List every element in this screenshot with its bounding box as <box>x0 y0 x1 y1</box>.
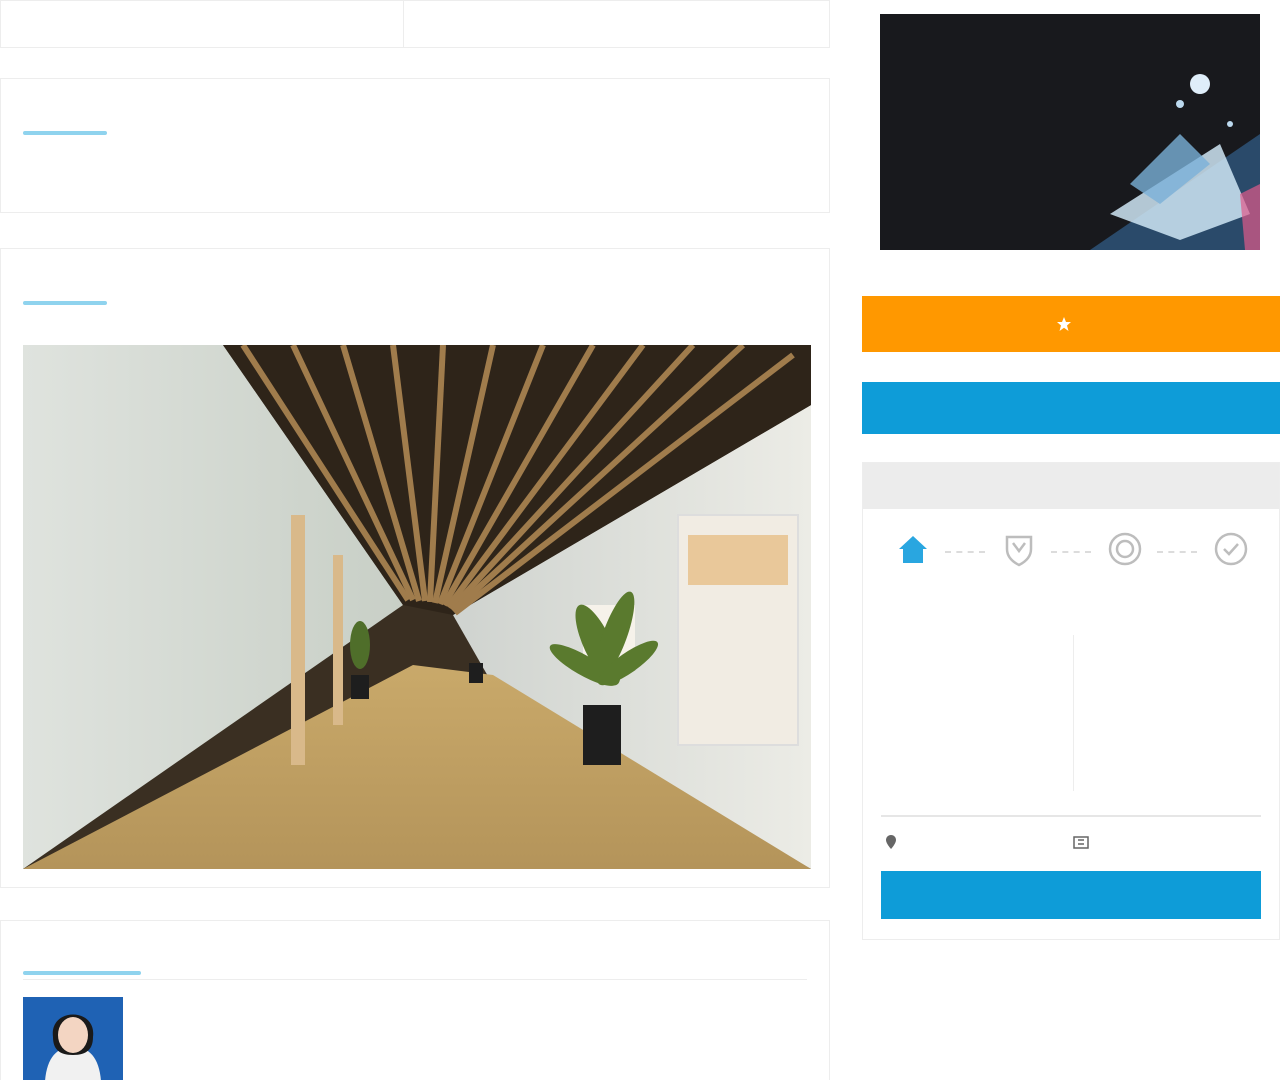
step-connector-1 <box>945 551 985 553</box>
star-icon <box>1057 317 1071 331</box>
shield-icon <box>1005 535 1033 567</box>
clock-check-icon <box>1214 532 1248 566</box>
promo-artwork <box>880 14 1260 250</box>
step-1 <box>883 529 943 577</box>
info-strip <box>0 0 830 48</box>
location-icon <box>886 835 896 849</box>
photos-title-underline <box>23 301 107 305</box>
info-cell-2 <box>404 1 830 47</box>
consultant-title-underline <box>23 971 141 975</box>
step-connector-2 <box>1051 551 1091 553</box>
intro-section <box>0 78 830 213</box>
panel-divider <box>881 815 1261 817</box>
bottom-right-item <box>1073 835 1095 849</box>
consultant-section <box>0 920 830 1080</box>
step-4 <box>1201 529 1261 577</box>
office-corridor-photo[interactable] <box>23 345 811 869</box>
panel-header <box>863 463 1279 509</box>
booking-panel <box>862 462 1280 940</box>
fields-divider <box>1073 635 1074 791</box>
primary-orange-button[interactable] <box>862 296 1280 352</box>
home-icon <box>899 536 927 563</box>
person-portrait-icon <box>23 997 123 1080</box>
submit-button[interactable] <box>881 871 1261 919</box>
building-icon <box>1073 836 1089 849</box>
intro-title-underline <box>23 131 107 135</box>
step-3 <box>1095 529 1155 577</box>
secondary-blue-button[interactable] <box>862 382 1280 434</box>
step-2 <box>989 529 1049 577</box>
target-icon <box>1108 532 1142 566</box>
step-connector-3 <box>1157 551 1197 553</box>
info-cell-1 <box>1 1 404 47</box>
bottom-left-item <box>885 835 903 849</box>
promo-banner[interactable] <box>880 14 1260 250</box>
office-corridor-illustration <box>23 345 811 869</box>
consultant-divider <box>23 979 807 980</box>
photos-section <box>0 248 830 888</box>
consultant-avatar <box>23 997 123 1080</box>
